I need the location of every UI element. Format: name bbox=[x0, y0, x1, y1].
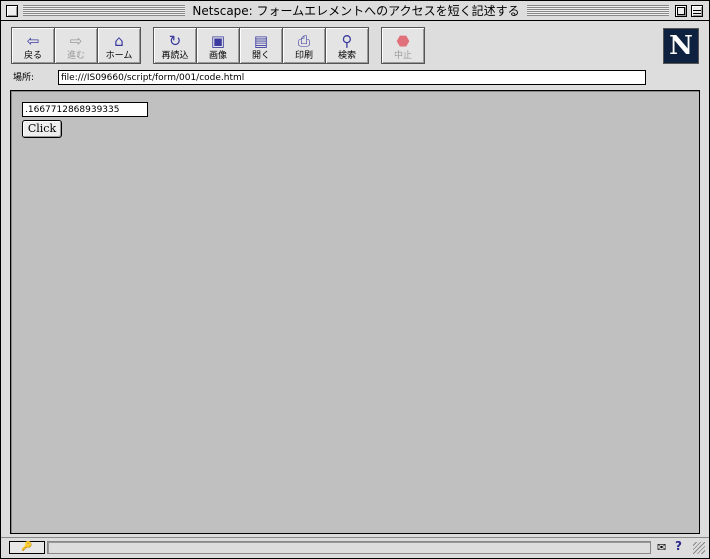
click-button[interactable]: Click bbox=[22, 120, 62, 138]
back-button-label: 戻る bbox=[23, 51, 42, 61]
title-bar[interactable]: Netscape: フォームエレメントへのアクセスを短く記述する bbox=[1, 1, 709, 21]
find-icon: ⚲ bbox=[341, 32, 353, 50]
home-button-label: ホーム bbox=[105, 51, 133, 61]
forward-button-label: 進む bbox=[66, 51, 85, 61]
images-icon: ▣ bbox=[210, 32, 226, 50]
collapse-box[interactable] bbox=[691, 5, 703, 17]
back-arrow-icon: ⇦ bbox=[26, 32, 40, 50]
security-key-icon[interactable]: 🔑 bbox=[9, 541, 45, 554]
help-icon[interactable]: ? bbox=[675, 540, 682, 553]
page-content: Click bbox=[10, 90, 700, 534]
location-input[interactable] bbox=[58, 70, 646, 85]
location-bar: 場所: bbox=[1, 67, 709, 89]
status-message-field bbox=[47, 541, 651, 554]
value-text-field[interactable] bbox=[22, 102, 148, 117]
reload-button[interactable]: ↻ 再読込 bbox=[153, 27, 197, 64]
title-stripes-left bbox=[23, 5, 185, 16]
zoom-box[interactable] bbox=[675, 5, 687, 17]
status-bar: 🔑 ✉ ? bbox=[1, 537, 709, 558]
forward-arrow-icon: ⇨ bbox=[69, 32, 83, 50]
home-icon: ⌂ bbox=[114, 32, 124, 50]
stop-button[interactable]: ⬣ 中止 bbox=[381, 27, 425, 64]
stop-icon: ⬣ bbox=[396, 32, 410, 50]
images-button[interactable]: ▣ 画像 bbox=[196, 27, 240, 64]
find-button-label: 検索 bbox=[337, 51, 356, 61]
reload-icon: ↻ bbox=[168, 32, 182, 50]
forward-button[interactable]: ⇨ 進む bbox=[54, 27, 98, 64]
netscape-logo: N bbox=[663, 28, 699, 64]
open-button[interactable]: ▤ 開く bbox=[239, 27, 283, 64]
toolbar: ⇦ 戻る ⇨ 進む ⌂ ホーム ↻ 再読込 ▣ 画像 ▤ 開く ⎙ 印刷 ⚲ 検… bbox=[1, 21, 709, 67]
open-icon: ▤ bbox=[253, 32, 269, 50]
print-icon: ⎙ bbox=[297, 32, 310, 50]
images-button-label: 画像 bbox=[208, 51, 227, 61]
resize-grow-box[interactable] bbox=[693, 542, 705, 554]
find-button[interactable]: ⚲ 検索 bbox=[325, 27, 369, 64]
stop-button-label: 中止 bbox=[393, 51, 412, 61]
location-label: 場所: bbox=[13, 73, 35, 83]
browser-window: Netscape: フォームエレメントへのアクセスを短く記述する ⇦ 戻る ⇨ … bbox=[0, 0, 710, 559]
window-title: Netscape: フォームエレメントへのアクセスを短く記述する bbox=[192, 4, 520, 18]
back-button[interactable]: ⇦ 戻る bbox=[11, 27, 55, 64]
title-stripes-right bbox=[527, 5, 669, 16]
print-button-label: 印刷 bbox=[294, 51, 313, 61]
close-box[interactable] bbox=[6, 5, 18, 17]
reload-button-label: 再読込 bbox=[161, 51, 189, 61]
open-button-label: 開く bbox=[251, 51, 270, 61]
print-button[interactable]: ⎙ 印刷 bbox=[282, 27, 326, 64]
home-button[interactable]: ⌂ ホーム bbox=[97, 27, 141, 64]
mail-icon[interactable]: ✉ bbox=[657, 541, 666, 554]
